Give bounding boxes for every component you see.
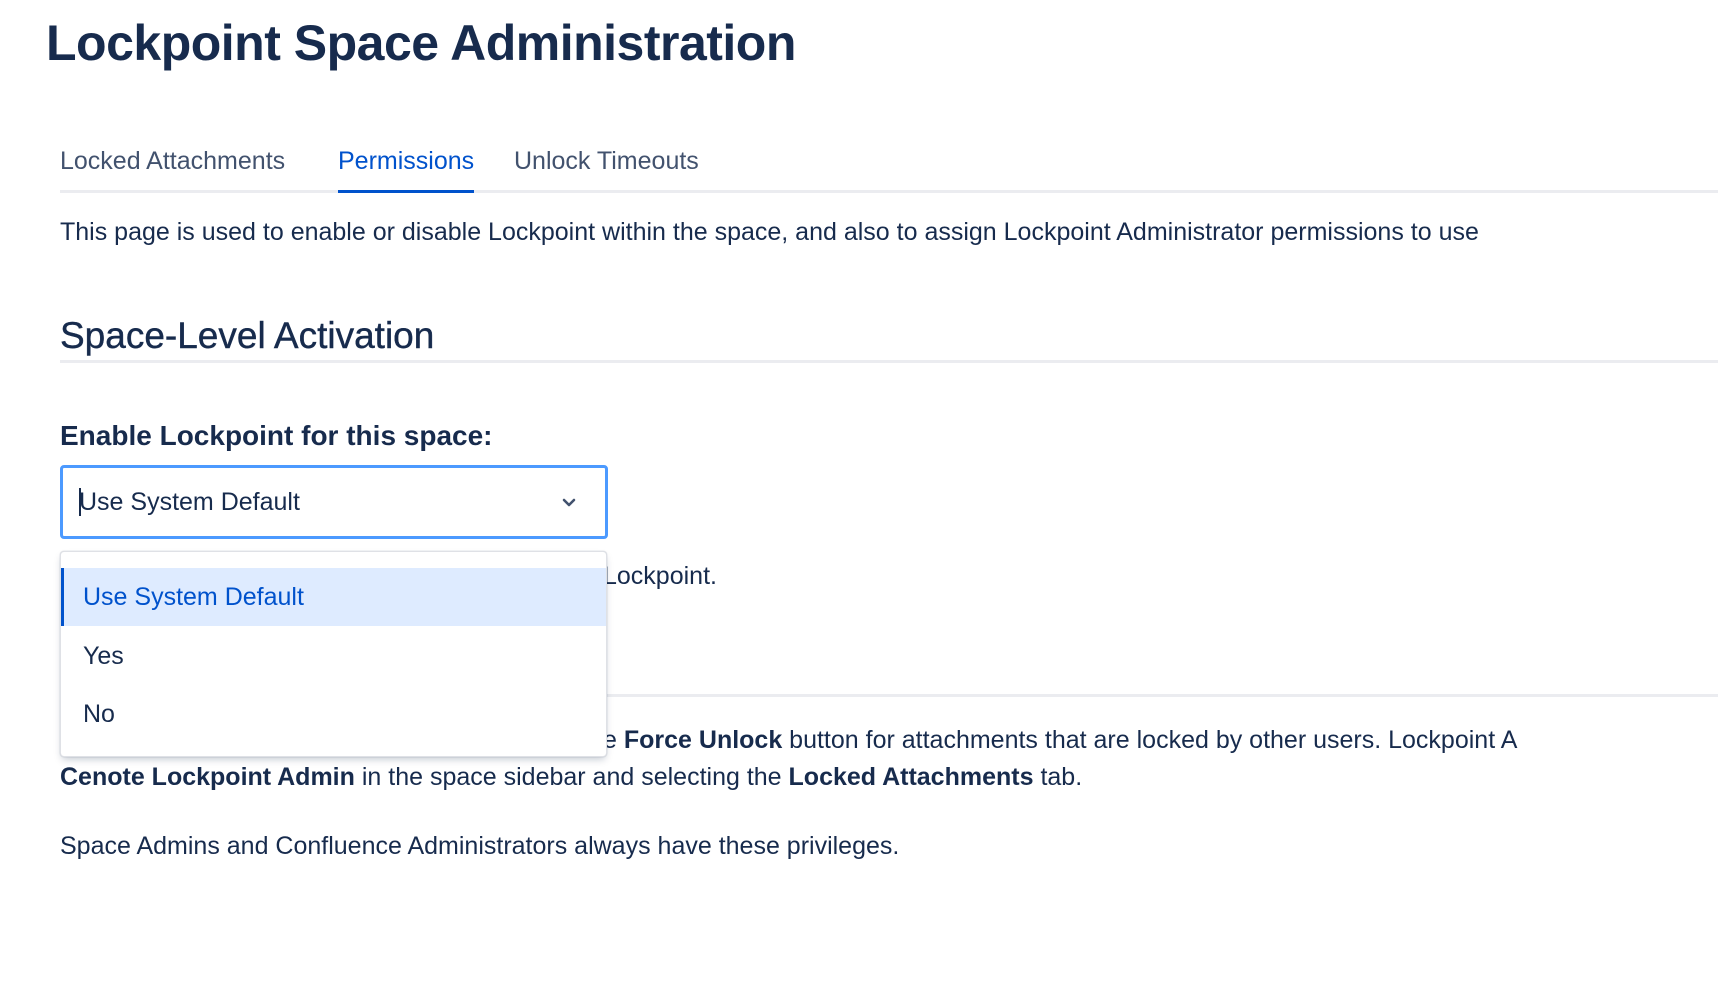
page-title: Lockpoint Space Administration	[46, 15, 796, 71]
option-use-system-default[interactable]: Use System Default	[61, 568, 606, 626]
select-value: Use System Default	[79, 488, 300, 516]
chevron-down-icon[interactable]	[559, 492, 579, 512]
section-title-activation: Space-Level Activation	[60, 315, 435, 356]
page: Lockpoint Space Administration Locked At…	[0, 0, 1718, 982]
tab-unlock-timeouts[interactable]: Unlock Timeouts	[514, 140, 699, 190]
enable-lockpoint-select[interactable]: Use System Default	[60, 465, 608, 539]
option-yes[interactable]: Yes	[61, 627, 606, 685]
tab-permissions[interactable]: Permissions	[338, 140, 475, 193]
tab-bar: Locked Attachments Permissions Unlock Ti…	[60, 140, 1718, 193]
admin-privileges-note: Space Admins and Confluence Administrato…	[60, 832, 900, 860]
section-divider	[60, 360, 1718, 363]
enable-lockpoint-label: Enable Lockpoint for this space:	[60, 420, 493, 451]
intro-text: This page is used to enable or disable L…	[60, 218, 1479, 246]
tab-locked-attachments[interactable]: Locked Attachments	[60, 140, 285, 190]
enable-lockpoint-dropdown-menu: Use System Default Yes No	[60, 551, 607, 757]
option-no[interactable]: No	[61, 685, 606, 743]
